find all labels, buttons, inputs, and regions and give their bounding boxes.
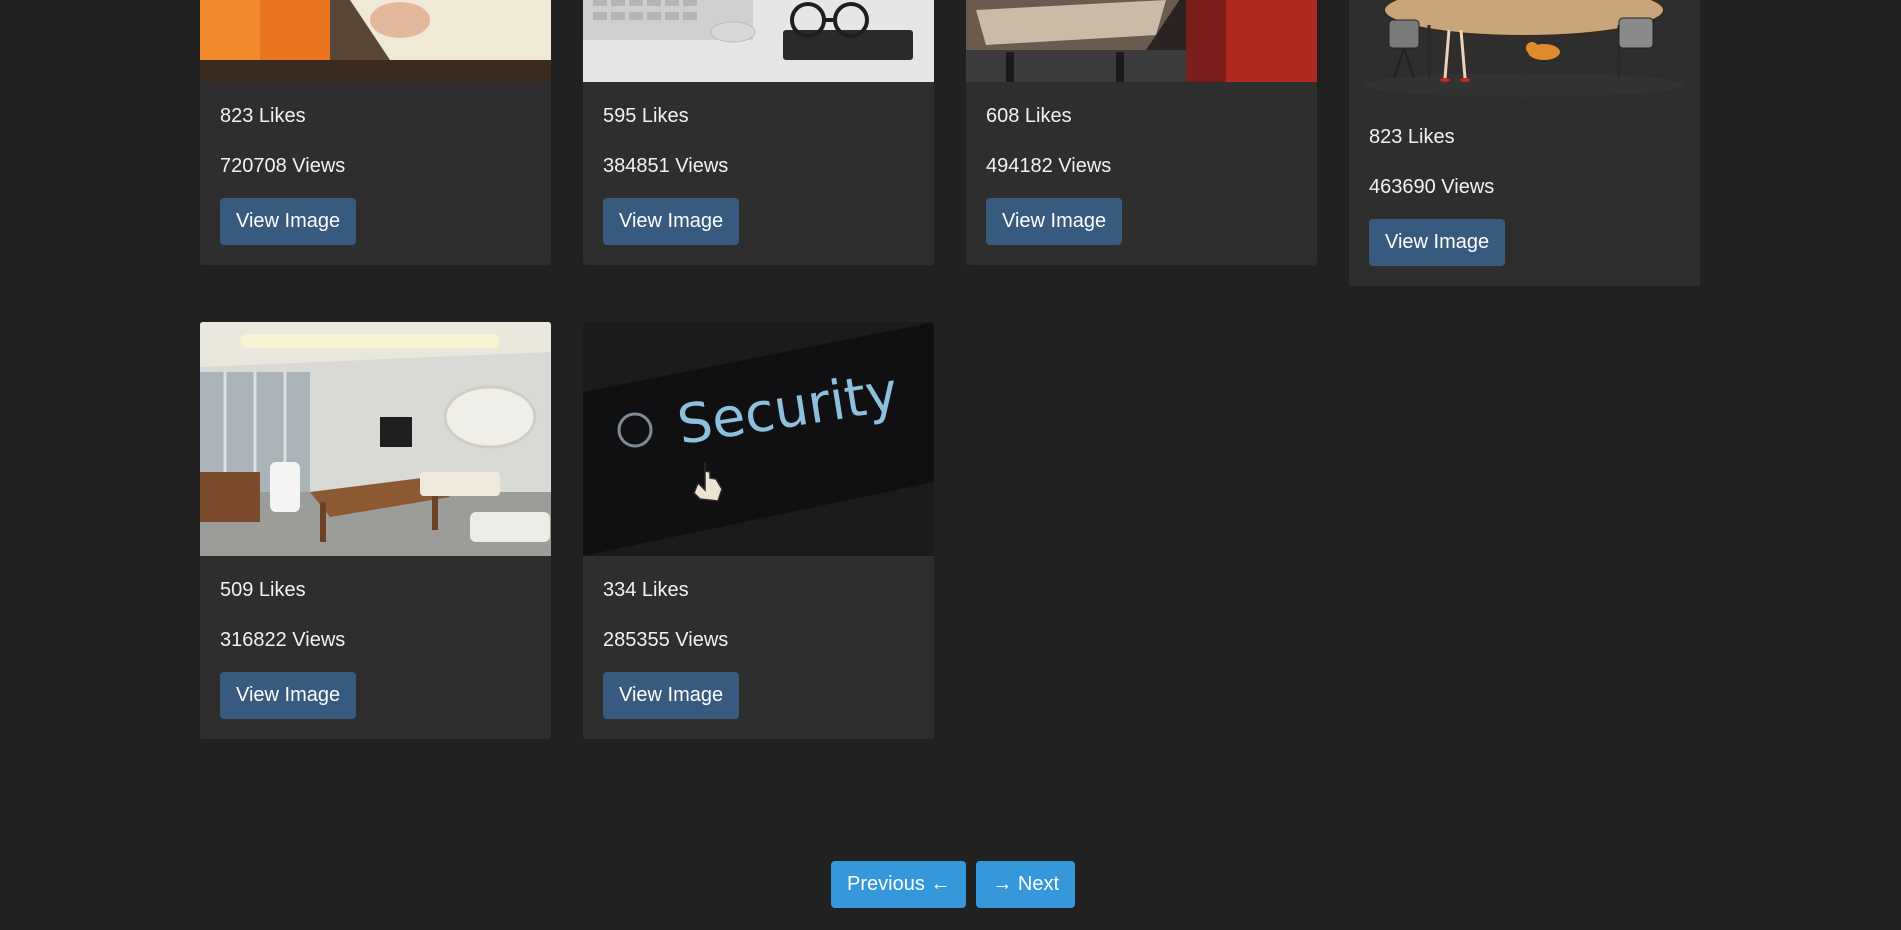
likes-count: 823 Likes [1369,126,1455,148]
office-desk-image[interactable] [966,0,1317,82]
image-gallery-page: 823 Likes 720708 Views View Image 595 Li… [0,0,1901,930]
views-count: 285355 Views [603,629,729,651]
likes-count: 823 Likes [220,105,306,127]
desk-notebook-image[interactable] [200,0,551,82]
views-count: 384851 Views [603,155,729,177]
next-page-button[interactable]: → Next [976,861,1076,908]
likes-count: 334 Likes [603,579,689,601]
image-card: 608 Likes 494182 Views View Image [966,0,1317,265]
image-card: 823 Likes 463690 Views View Image [1349,0,1700,286]
likes-count: 608 Likes [986,105,1072,127]
image-card: 595 Likes 384851 Views View Image [583,0,934,265]
view-image-button[interactable]: View Image [220,672,357,719]
view-image-button[interactable]: View Image [220,198,357,245]
previous-page-button[interactable]: Previous ← [831,861,967,908]
view-image-button[interactable]: View Image [986,198,1123,245]
modern-office-image[interactable] [200,322,551,556]
view-image-button[interactable]: View Image [603,672,740,719]
view-image-button[interactable]: View Image [603,198,740,245]
likes-count: 509 Likes [220,579,306,601]
meeting-table-cartoon-image[interactable] [1349,0,1700,103]
views-count: 494182 Views [986,155,1112,177]
image-card: Security 334 Likes 285355 Views View Ima… [583,322,934,739]
views-count: 720708 Views [220,155,346,177]
view-image-button[interactable]: View Image [1369,219,1506,266]
glasses-keyboard-image[interactable] [583,0,934,82]
image-card: 823 Likes 720708 Views View Image [200,0,551,265]
image-card: 509 Likes 316822 Views View Image [200,322,551,739]
views-count: 316822 Views [220,629,346,651]
views-count: 463690 Views [1369,176,1495,198]
security-button-image[interactable]: Security [583,322,934,556]
likes-count: 595 Likes [603,105,689,127]
pagination: Previous ← → Next [831,861,1076,908]
